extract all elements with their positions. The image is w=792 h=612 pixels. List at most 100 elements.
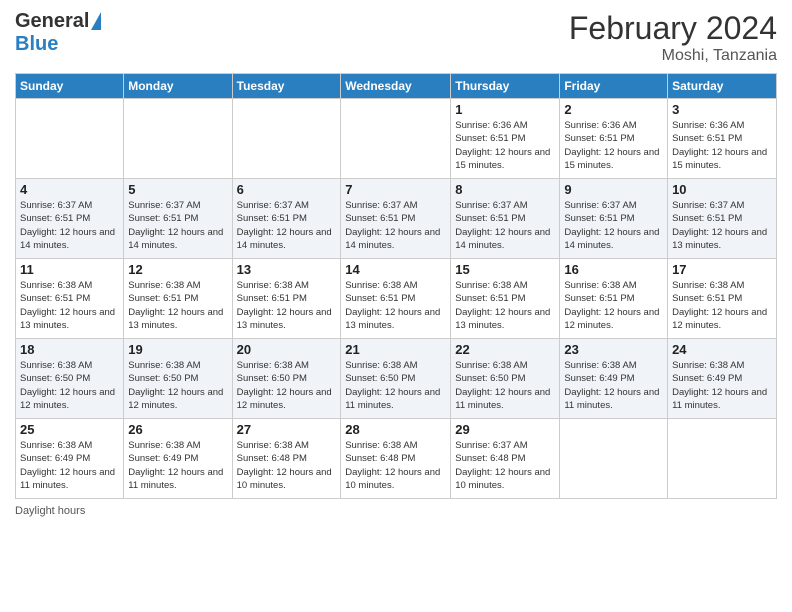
logo-blue-text: Blue bbox=[15, 33, 58, 56]
day-header-saturday: Saturday bbox=[668, 74, 777, 99]
day-info: Sunrise: 6:38 AM Sunset: 6:50 PM Dayligh… bbox=[455, 359, 555, 412]
day-number: 21 bbox=[345, 342, 446, 357]
week-row-4: 25 Sunrise: 6:38 AM Sunset: 6:49 PM Dayli… bbox=[16, 419, 777, 499]
day-info: Sunrise: 6:37 AM Sunset: 6:51 PM Dayligh… bbox=[455, 199, 555, 252]
day-info: Sunrise: 6:38 AM Sunset: 6:50 PM Dayligh… bbox=[128, 359, 227, 412]
week-row-1: 4 Sunrise: 6:37 AM Sunset: 6:51 PM Daylig… bbox=[16, 179, 777, 259]
day-info: Sunrise: 6:37 AM Sunset: 6:48 PM Dayligh… bbox=[455, 439, 555, 492]
calendar-cell: 29 Sunrise: 6:37 AM Sunset: 6:48 PM Dayli… bbox=[451, 419, 560, 499]
day-number: 12 bbox=[128, 262, 227, 277]
calendar-cell: 1 Sunrise: 6:36 AM Sunset: 6:51 PM Daylig… bbox=[451, 99, 560, 179]
calendar-cell: 21 Sunrise: 6:38 AM Sunset: 6:50 PM Dayli… bbox=[341, 339, 451, 419]
calendar-cell: 19 Sunrise: 6:38 AM Sunset: 6:50 PM Dayli… bbox=[124, 339, 232, 419]
week-row-2: 11Sunrise: 6:38 AM Sunset: 6:51 PM Dayli… bbox=[16, 259, 777, 339]
day-number: 17 bbox=[672, 262, 772, 277]
day-number: 3 bbox=[672, 102, 772, 117]
day-number: 23 bbox=[564, 342, 663, 357]
day-info: Sunrise: 6:38 AM Sunset: 6:49 PM Dayligh… bbox=[20, 439, 119, 492]
calendar-cell: 2 Sunrise: 6:36 AM Sunset: 6:51 PM Daylig… bbox=[560, 99, 668, 179]
day-number: 28 bbox=[345, 422, 446, 437]
day-info: Sunrise: 6:38 AM Sunset: 6:51 PM Dayligh… bbox=[672, 279, 772, 332]
day-header-sunday: Sunday bbox=[16, 74, 124, 99]
day-number: 5 bbox=[128, 182, 227, 197]
day-number: 22 bbox=[455, 342, 555, 357]
day-info: Sunrise: 6:38 AM Sunset: 6:50 PM Dayligh… bbox=[237, 359, 337, 412]
day-number: 4 bbox=[20, 182, 119, 197]
week-row-0: 1 Sunrise: 6:36 AM Sunset: 6:51 PM Daylig… bbox=[16, 99, 777, 179]
header-row: SundayMondayTuesdayWednesdayThursdayFrid… bbox=[16, 74, 777, 99]
calendar-cell: 15 Sunrise: 6:38 AM Sunset: 6:51 PM Dayli… bbox=[451, 259, 560, 339]
month-title: February 2024 bbox=[569, 10, 777, 47]
day-number: 13 bbox=[237, 262, 337, 277]
day-number: 8 bbox=[455, 182, 555, 197]
day-number: 29 bbox=[455, 422, 555, 437]
day-number: 10 bbox=[672, 182, 772, 197]
calendar-cell: 17 Sunrise: 6:38 AM Sunset: 6:51 PM Dayli… bbox=[668, 259, 777, 339]
day-number: 14 bbox=[345, 262, 446, 277]
day-number: 1 bbox=[455, 102, 555, 117]
calendar-cell: 18 Sunrise: 6:38 AM Sunset: 6:50 PM Dayli… bbox=[16, 339, 124, 419]
day-info: Sunrise: 6:36 AM Sunset: 6:51 PM Dayligh… bbox=[455, 119, 555, 172]
day-number: 27 bbox=[237, 422, 337, 437]
day-info: Sunrise: 6:37 AM Sunset: 6:51 PM Dayligh… bbox=[20, 199, 119, 252]
calendar-cell: 24Sunrise: 6:38 AM Sunset: 6:49 PM Dayli… bbox=[668, 339, 777, 419]
day-info: Sunrise: 6:37 AM Sunset: 6:51 PM Dayligh… bbox=[128, 199, 227, 252]
day-info: Sunrise: 6:36 AM Sunset: 6:51 PM Dayligh… bbox=[564, 119, 663, 172]
day-info: Sunrise: 6:38 AM Sunset: 6:51 PM Dayligh… bbox=[455, 279, 555, 332]
calendar-cell: 11Sunrise: 6:38 AM Sunset: 6:51 PM Dayli… bbox=[16, 259, 124, 339]
calendar-cell: 22 Sunrise: 6:38 AM Sunset: 6:50 PM Dayli… bbox=[451, 339, 560, 419]
calendar-cell: 14 Sunrise: 6:38 AM Sunset: 6:51 PM Dayli… bbox=[341, 259, 451, 339]
calendar-cell: 25 Sunrise: 6:38 AM Sunset: 6:49 PM Dayli… bbox=[16, 419, 124, 499]
day-number: 15 bbox=[455, 262, 555, 277]
page-container: General Blue February 2024 Moshi, Tanzan… bbox=[0, 0, 792, 522]
logo-triangle-icon bbox=[91, 12, 101, 30]
day-number: 20 bbox=[237, 342, 337, 357]
day-number: 16 bbox=[564, 262, 663, 277]
calendar-cell: 4 Sunrise: 6:37 AM Sunset: 6:51 PM Daylig… bbox=[16, 179, 124, 259]
calendar-table: SundayMondayTuesdayWednesdayThursdayFrid… bbox=[15, 73, 777, 499]
day-header-thursday: Thursday bbox=[451, 74, 560, 99]
day-info: Sunrise: 6:38 AM Sunset: 6:51 PM Dayligh… bbox=[237, 279, 337, 332]
calendar-cell: 28 Sunrise: 6:38 AM Sunset: 6:48 PM Dayli… bbox=[341, 419, 451, 499]
calendar-cell: 12Sunrise: 6:38 AM Sunset: 6:51 PM Dayli… bbox=[124, 259, 232, 339]
day-number: 2 bbox=[564, 102, 663, 117]
calendar-cell: 8 Sunrise: 6:37 AM Sunset: 6:51 PM Daylig… bbox=[451, 179, 560, 259]
day-info: Sunrise: 6:36 AM Sunset: 6:51 PM Dayligh… bbox=[672, 119, 772, 172]
footer-label: Daylight hours bbox=[15, 505, 777, 517]
calendar-cell bbox=[560, 419, 668, 499]
logo-general-text: General bbox=[15, 10, 89, 33]
day-info: Sunrise: 6:38 AM Sunset: 6:49 PM Dayligh… bbox=[672, 359, 772, 412]
day-info: Sunrise: 6:38 AM Sunset: 6:49 PM Dayligh… bbox=[564, 359, 663, 412]
day-info: Sunrise: 6:38 AM Sunset: 6:50 PM Dayligh… bbox=[345, 359, 446, 412]
location: Moshi, Tanzania bbox=[569, 47, 777, 65]
day-info: Sunrise: 6:37 AM Sunset: 6:51 PM Dayligh… bbox=[345, 199, 446, 252]
calendar-cell: 9Sunrise: 6:37 AM Sunset: 6:51 PM Daylig… bbox=[560, 179, 668, 259]
day-number: 9 bbox=[564, 182, 663, 197]
calendar-cell: 20 Sunrise: 6:38 AM Sunset: 6:50 PM Dayli… bbox=[232, 339, 341, 419]
calendar-cell bbox=[232, 99, 341, 179]
day-header-tuesday: Tuesday bbox=[232, 74, 341, 99]
day-info: Sunrise: 6:37 AM Sunset: 6:51 PM Dayligh… bbox=[237, 199, 337, 252]
day-info: Sunrise: 6:38 AM Sunset: 6:48 PM Dayligh… bbox=[345, 439, 446, 492]
day-info: Sunrise: 6:38 AM Sunset: 6:48 PM Dayligh… bbox=[237, 439, 337, 492]
day-number: 18 bbox=[20, 342, 119, 357]
calendar-cell bbox=[16, 99, 124, 179]
day-info: Sunrise: 6:38 AM Sunset: 6:51 PM Dayligh… bbox=[345, 279, 446, 332]
calendar-cell: 16Sunrise: 6:38 AM Sunset: 6:51 PM Dayli… bbox=[560, 259, 668, 339]
week-row-3: 18 Sunrise: 6:38 AM Sunset: 6:50 PM Dayli… bbox=[16, 339, 777, 419]
calendar-cell: 5 Sunrise: 6:37 AM Sunset: 6:51 PM Daylig… bbox=[124, 179, 232, 259]
day-number: 25 bbox=[20, 422, 119, 437]
header: General Blue February 2024 Moshi, Tanzan… bbox=[15, 10, 777, 65]
day-number: 19 bbox=[128, 342, 227, 357]
calendar-cell: 26 Sunrise: 6:38 AM Sunset: 6:49 PM Dayli… bbox=[124, 419, 232, 499]
day-info: Sunrise: 6:38 AM Sunset: 6:49 PM Dayligh… bbox=[128, 439, 227, 492]
calendar-cell bbox=[668, 419, 777, 499]
calendar-cell bbox=[341, 99, 451, 179]
day-number: 6 bbox=[237, 182, 337, 197]
calendar-cell: 23 Sunrise: 6:38 AM Sunset: 6:49 PM Dayli… bbox=[560, 339, 668, 419]
calendar-cell: 6 Sunrise: 6:37 AM Sunset: 6:51 PM Daylig… bbox=[232, 179, 341, 259]
day-info: Sunrise: 6:38 AM Sunset: 6:50 PM Dayligh… bbox=[20, 359, 119, 412]
day-number: 26 bbox=[128, 422, 227, 437]
day-number: 7 bbox=[345, 182, 446, 197]
calendar-cell: 7 Sunrise: 6:37 AM Sunset: 6:51 PM Daylig… bbox=[341, 179, 451, 259]
